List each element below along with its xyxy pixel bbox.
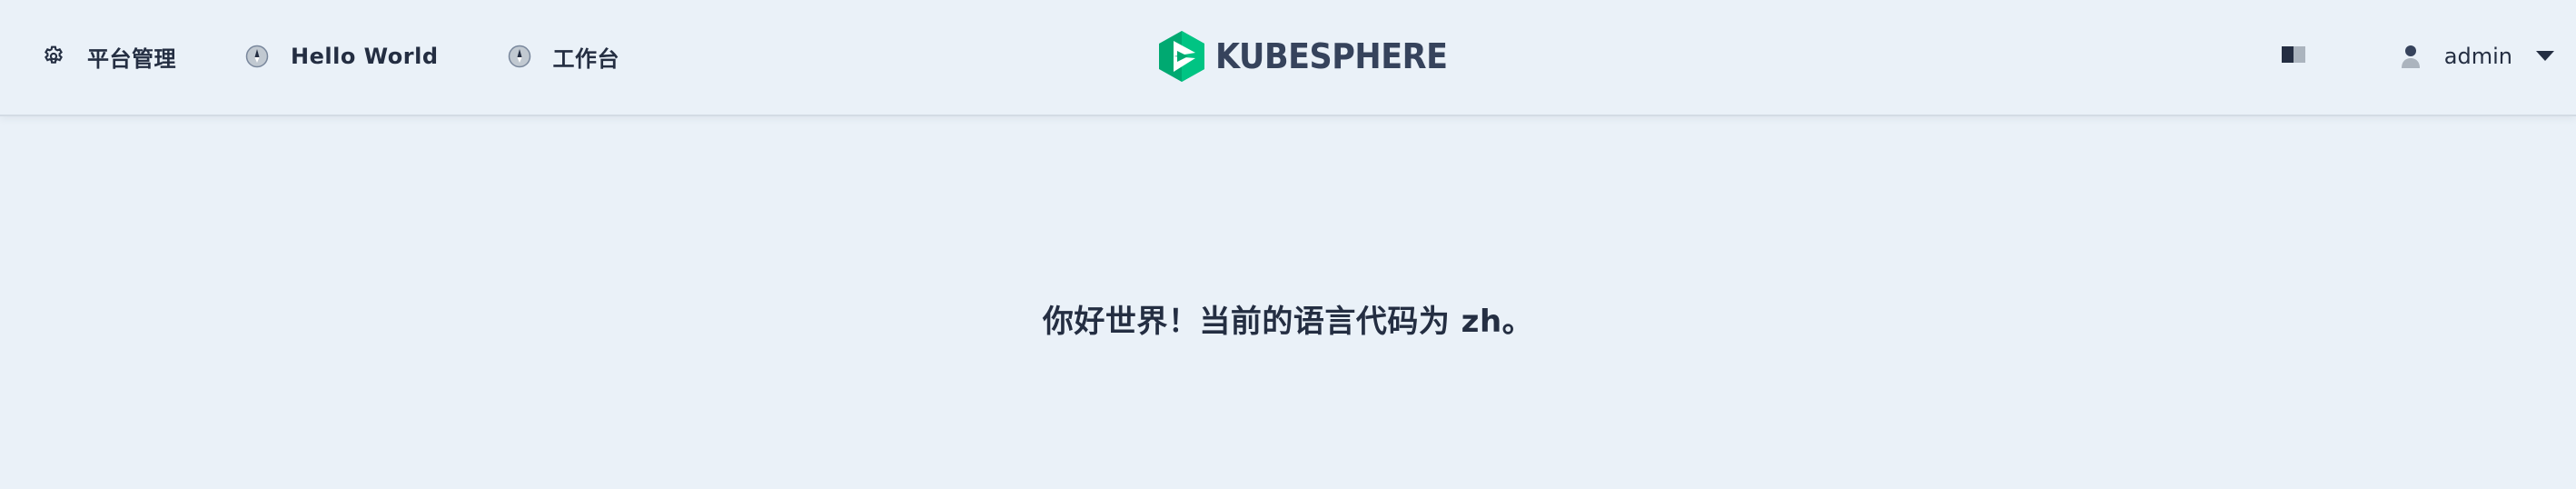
- nav-left-group: 平台管理 Hello World 工作台: [40, 0, 687, 113]
- greeting-message: 你好世界！当前的语言代码为 zh。: [1042, 304, 1534, 340]
- nav-hello-world-label: Hello World: [291, 44, 439, 69]
- top-navigation-bar: 平台管理 Hello World 工作台 KUBESPHERE admin: [0, 0, 2576, 116]
- user-menu[interactable]: admin: [2401, 44, 2554, 69]
- book-icon: [2281, 45, 2306, 68]
- username-label: admin: [2443, 44, 2512, 69]
- main-content: 你好世界！当前的语言代码为 zh。: [0, 118, 2576, 489]
- nav-hello-world[interactable]: Hello World: [243, 43, 439, 70]
- kubesphere-logo-icon: [1159, 31, 1204, 82]
- compass-icon: [243, 43, 271, 70]
- gear-icon: [40, 43, 67, 70]
- nav-platform-management[interactable]: 平台管理: [40, 41, 176, 73]
- caret-down-icon[interactable]: [2536, 51, 2554, 62]
- kubesphere-logo-text: KUBESPHERE: [1215, 36, 1448, 76]
- nav-workbench-label: 工作台: [552, 45, 620, 72]
- nav-platform-management-label: 平台管理: [87, 45, 176, 72]
- user-icon: [2401, 45, 2420, 68]
- nav-workbench[interactable]: 工作台: [506, 41, 620, 73]
- kubesphere-logo[interactable]: KUBESPHERE: [1159, 31, 1468, 82]
- nav-right-group: admin: [2279, 0, 2554, 113]
- docs-button[interactable]: [2279, 42, 2308, 71]
- compass-icon: [506, 43, 533, 70]
